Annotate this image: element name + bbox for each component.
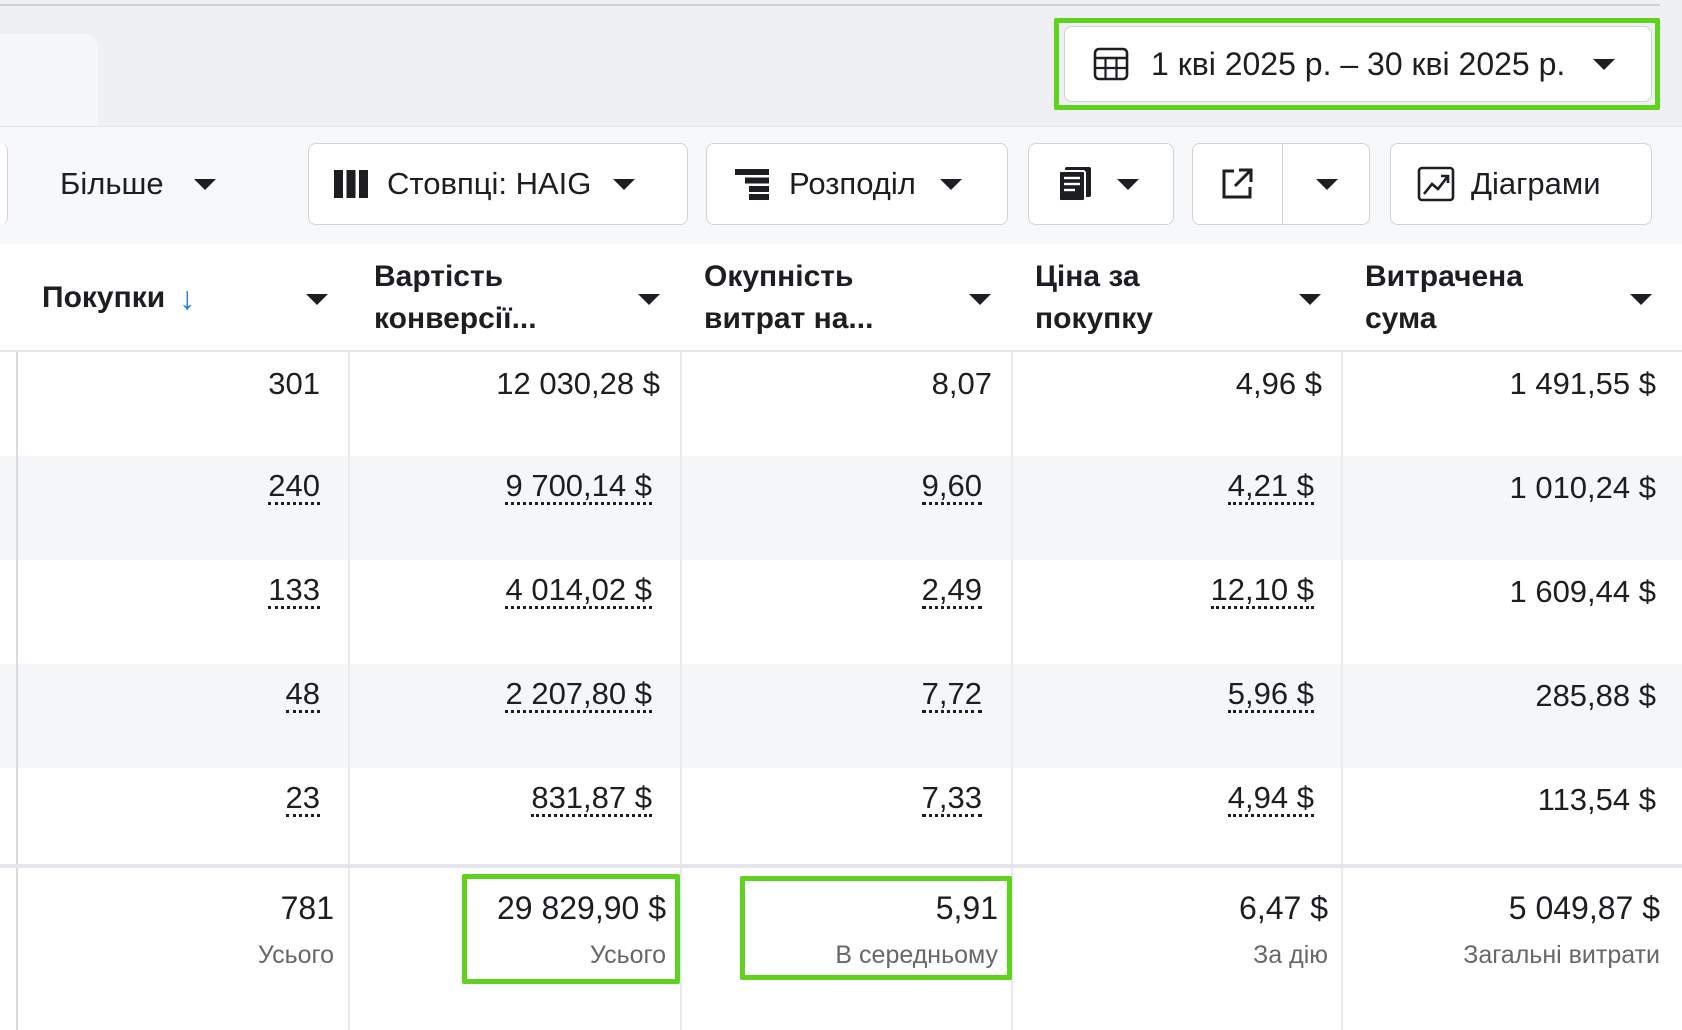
cell-conversion-value: 12 030,28 $ bbox=[496, 366, 660, 401]
cell-amount-spent: 1 010,24 $ bbox=[1509, 470, 1656, 505]
table-row: 23 831,87 $ 7,33 4,94 $ 113,54 $ bbox=[0, 768, 1682, 872]
cell-cost-per-purchase[interactable]: 12,10 $ bbox=[1210, 574, 1314, 609]
total-caption: Загальні витрати bbox=[1463, 941, 1660, 969]
chevron-down-icon bbox=[193, 178, 216, 190]
total-value: 29 829,90 $ bbox=[496, 890, 666, 926]
charts-button[interactable]: Діаграми bbox=[1390, 143, 1652, 225]
cell-purchases[interactable]: 23 bbox=[285, 782, 320, 817]
cell-amount-spent: 1 491,55 $ bbox=[1509, 366, 1656, 401]
top-border bbox=[0, 0, 1660, 6]
cell-amount-spent: 285,88 $ bbox=[1535, 678, 1656, 713]
cell-cost-per-purchase[interactable]: 5,96 $ bbox=[1227, 678, 1314, 713]
cell-cost-per-purchase[interactable]: 4,94 $ bbox=[1227, 782, 1314, 817]
total-amount-spent: 5 049,87 $ Загальні витрати bbox=[1463, 890, 1660, 970]
column-header-label: Вартість конверсії... bbox=[374, 260, 537, 335]
cell-cost-per-purchase: 4,96 $ bbox=[1235, 366, 1322, 401]
date-range-label: 1 кві 2025 р. – 30 кві 2025 р. bbox=[1151, 45, 1566, 82]
cell-conversion-value[interactable]: 9 700,14 $ bbox=[505, 470, 652, 505]
total-cost-per-purchase: 6,47 $ За дію bbox=[1239, 890, 1328, 970]
breakdown-icon bbox=[735, 169, 769, 200]
more-label: Більше bbox=[60, 166, 164, 201]
chevron-down-icon bbox=[939, 178, 962, 190]
total-value: 5,91 bbox=[935, 890, 998, 926]
total-value: 781 bbox=[280, 890, 334, 926]
table-row: 301 12 030,28 $ 8,07 4,96 $ 1 491,55 $ bbox=[0, 352, 1682, 456]
chevron-down-icon bbox=[969, 294, 991, 305]
toolbar: Більше Стовпці: HAIG Розподіл Діаграми bbox=[0, 126, 1682, 244]
cell-purchases[interactable]: 48 bbox=[285, 678, 320, 713]
left-tab-edge bbox=[0, 34, 98, 134]
table-row: 133 4 014,02 $ 2,49 12,10 $ 1 609,44 $ bbox=[0, 560, 1682, 664]
table-row: 48 2 207,80 $ 7,72 5,96 $ 285,88 $ bbox=[0, 664, 1682, 768]
prev-button-edge bbox=[0, 143, 8, 225]
cell-purchases: 301 bbox=[268, 366, 320, 401]
table-header: Покупки ↓ Вартість конверсії... Окупніст… bbox=[0, 244, 1682, 352]
reports-icon bbox=[1058, 167, 1091, 202]
column-header-purchases[interactable]: Покупки ↓ bbox=[18, 244, 348, 352]
chevron-down-icon bbox=[306, 294, 328, 305]
column-header-roas[interactable]: Окупність витрат на... bbox=[682, 244, 1011, 352]
chevron-down-icon bbox=[1316, 178, 1338, 190]
total-purchases: 781 Усього bbox=[258, 890, 334, 970]
data-table: Покупки ↓ Вартість конверсії... Окупніст… bbox=[0, 244, 1682, 1030]
cell-amount-spent: 113,54 $ bbox=[1537, 782, 1656, 817]
total-value: 6,47 $ bbox=[1239, 890, 1328, 926]
chevron-down-icon bbox=[1299, 294, 1321, 305]
chart-line-icon bbox=[1417, 166, 1455, 202]
column-header-amount-spent[interactable]: Витрачена сума bbox=[1343, 244, 1672, 352]
date-range-button[interactable]: 1 кві 2025 р. – 30 кві 2025 р. bbox=[1064, 26, 1652, 102]
breakdown-button[interactable]: Розподіл bbox=[706, 143, 1008, 225]
column-header-cost-per-purchase[interactable]: Ціна за покупку bbox=[1013, 244, 1341, 352]
cell-conversion-value[interactable]: 2 207,80 $ bbox=[505, 678, 652, 713]
export-button[interactable] bbox=[1193, 144, 1281, 224]
chevron-down-icon bbox=[613, 178, 636, 190]
export-menu-button[interactable] bbox=[1283, 144, 1371, 224]
total-caption: Усього bbox=[257, 941, 334, 969]
column-header-label: Окупність витрат на... bbox=[704, 260, 874, 335]
cell-amount-spent: 1 609,44 $ bbox=[1509, 574, 1656, 609]
total-roas: 5,91 В середньому bbox=[835, 890, 998, 970]
chevron-down-icon bbox=[1630, 294, 1652, 305]
total-caption: Усього bbox=[589, 941, 666, 969]
column-header-label: Витрачена сума bbox=[1365, 260, 1523, 335]
calendar-grid-icon bbox=[1093, 47, 1129, 81]
more-button[interactable]: Більше bbox=[60, 143, 240, 225]
total-conversion-value: 29 829,90 $ Усього bbox=[497, 890, 666, 970]
columns-button[interactable]: Стовпці: HAIG bbox=[308, 143, 688, 225]
column-header-conversion-value[interactable]: Вартість конверсії... bbox=[350, 244, 680, 352]
cell-purchases[interactable]: 133 bbox=[268, 574, 320, 609]
cell-roas: 8,07 bbox=[931, 366, 992, 401]
columns-icon bbox=[334, 170, 368, 198]
totals-separator bbox=[0, 864, 1682, 868]
export-icon bbox=[1222, 168, 1253, 199]
chevron-down-icon bbox=[1593, 59, 1615, 70]
chevron-down-icon bbox=[1117, 178, 1139, 190]
sort-down-arrow-icon: ↓ bbox=[179, 279, 196, 316]
cell-conversion-value[interactable]: 4 014,02 $ bbox=[505, 574, 652, 609]
column-header-label: Покупки bbox=[42, 281, 166, 314]
chevron-down-icon bbox=[638, 294, 660, 305]
export-split-button bbox=[1192, 143, 1370, 225]
cell-roas[interactable]: 9,60 bbox=[921, 470, 982, 505]
cell-conversion-value[interactable]: 831,87 $ bbox=[531, 782, 652, 817]
ads-report-screen: 1 кві 2025 р. – 30 кві 2025 р. Більше Ст… bbox=[0, 0, 1682, 1030]
cell-roas[interactable]: 7,33 bbox=[921, 782, 982, 817]
total-caption: За дію bbox=[1253, 941, 1328, 969]
cell-purchases[interactable]: 240 bbox=[268, 470, 320, 505]
column-header-label: Ціна за покупку bbox=[1035, 260, 1153, 335]
total-caption: В середньому bbox=[835, 941, 998, 969]
columns-label: Стовпці: HAIG bbox=[387, 166, 592, 201]
reports-button[interactable] bbox=[1028, 143, 1174, 225]
cell-roas[interactable]: 2,49 bbox=[921, 574, 982, 609]
cell-roas[interactable]: 7,72 bbox=[921, 678, 982, 713]
table-row: 240 9 700,14 $ 9,60 4,21 $ 1 010,24 $ bbox=[0, 456, 1682, 560]
charts-label: Діаграми bbox=[1471, 166, 1601, 201]
total-value: 5 049,87 $ bbox=[1508, 890, 1660, 926]
cell-cost-per-purchase[interactable]: 4,21 $ bbox=[1227, 470, 1314, 505]
breakdown-label: Розподіл bbox=[789, 166, 916, 201]
